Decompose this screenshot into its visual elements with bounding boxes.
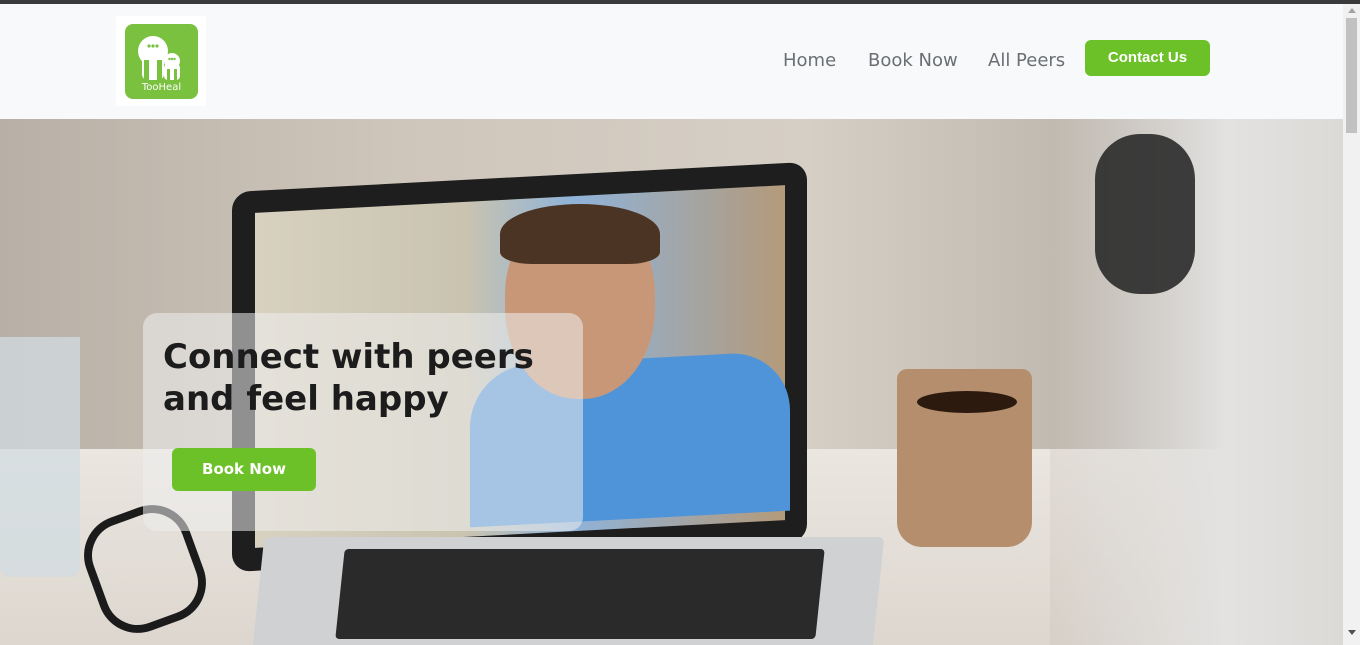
logo-text: TooHeal — [141, 82, 182, 93]
contact-us-button[interactable]: Contact Us — [1085, 40, 1210, 76]
tooheal-logo-icon: TooHeal — [125, 24, 198, 99]
hero-book-now-button[interactable]: Book Now — [172, 448, 316, 491]
nav-book-now-link[interactable]: Book Now — [868, 50, 958, 71]
hero-title: Connect with peers and feel happy — [163, 337, 534, 419]
laptop-keyboard-image — [335, 549, 825, 639]
video-call-person-hair — [500, 204, 660, 264]
headset-image — [1095, 134, 1195, 294]
hero-banner: Connect with peers and feel happy Book N… — [0, 119, 1343, 645]
coffee-image — [917, 391, 1017, 413]
navbar: TooHeal Home Book Now All Peers Contact … — [0, 4, 1343, 119]
scroll-up-arrow-icon[interactable] — [1348, 8, 1356, 13]
water-glass-image — [0, 337, 80, 577]
foreground-person-image — [1050, 119, 1343, 645]
scroll-down-arrow-icon[interactable] — [1348, 630, 1356, 635]
brand-logo[interactable]: TooHeal — [116, 16, 206, 106]
nav-all-peers-link[interactable]: All Peers — [988, 50, 1065, 71]
nav-home-link[interactable]: Home — [783, 50, 836, 71]
scrollbar-thumb[interactable] — [1346, 18, 1357, 133]
